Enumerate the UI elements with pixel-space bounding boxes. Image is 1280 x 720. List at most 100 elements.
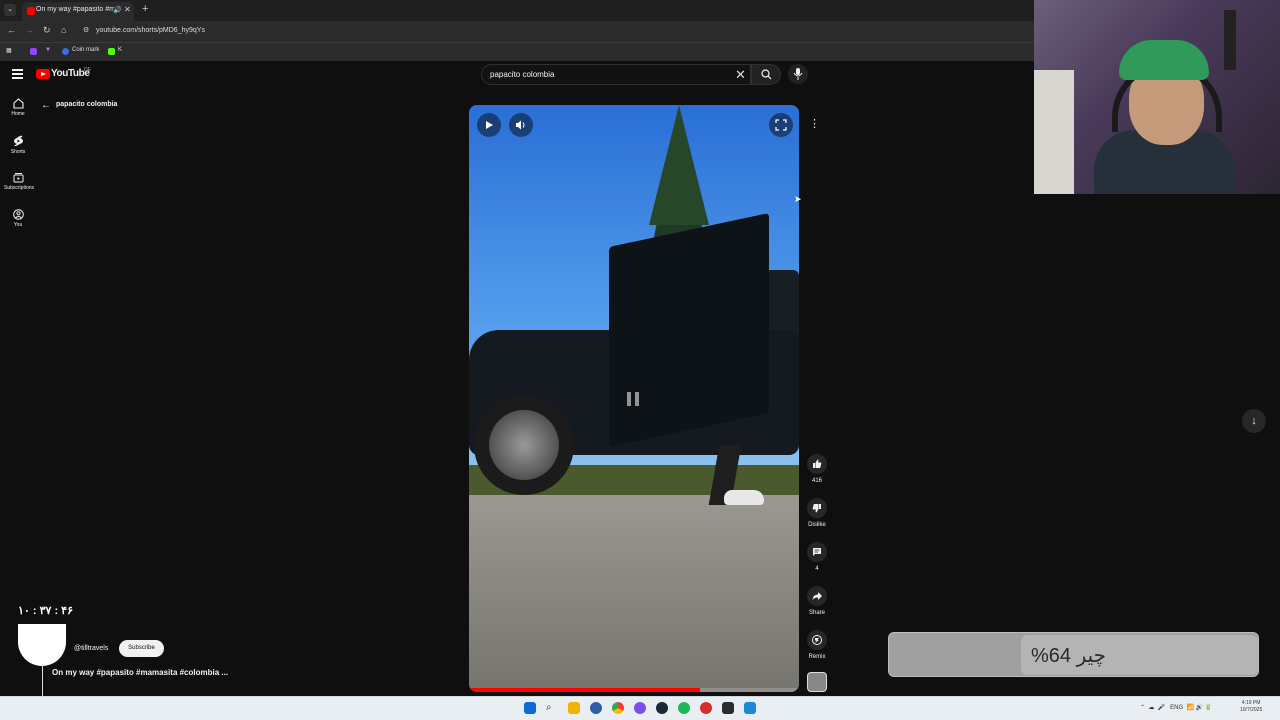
shorts-icon bbox=[13, 135, 23, 146]
remix-label: Remix bbox=[808, 654, 826, 660]
spotify-icon[interactable] bbox=[678, 702, 690, 714]
shorts-video-player[interactable] bbox=[469, 105, 799, 692]
calculator-icon[interactable] bbox=[744, 702, 756, 714]
persian-clock: ۱۰ : ۳۷ : ۴۶ bbox=[18, 605, 73, 617]
site-info-icon[interactable]: ⚙ bbox=[83, 26, 89, 34]
play-button[interactable] bbox=[477, 113, 501, 137]
address-bar[interactable]: youtube.com/shorts/pMD6_hy9qYs bbox=[96, 27, 205, 34]
fullscreen-button[interactable] bbox=[769, 113, 793, 137]
new-tab-button[interactable]: + bbox=[142, 3, 148, 15]
search-input[interactable]: papacito colombia ✕ bbox=[481, 64, 751, 85]
language-indicator[interactable]: ENG bbox=[1170, 705, 1183, 711]
thumbs-down-icon bbox=[812, 504, 821, 513]
arrow-down-icon: ↓ bbox=[1251, 415, 1257, 427]
terminal-icon[interactable] bbox=[722, 702, 734, 714]
search-taskbar-icon[interactable]: ⌕ bbox=[546, 702, 558, 714]
bookmark-k[interactable]: K bbox=[118, 47, 122, 53]
clock-time: 4:19 PM bbox=[1241, 700, 1261, 706]
rail-label-subscriptions: Subscriptions bbox=[4, 185, 35, 191]
clock-date: 10/7/2025 bbox=[1240, 707, 1263, 713]
clear-search-icon[interactable]: ✕ bbox=[735, 67, 746, 83]
remix-icon bbox=[812, 635, 822, 645]
chrome-icon[interactable] bbox=[612, 702, 624, 714]
region-code: DE bbox=[84, 67, 91, 73]
next-video-button[interactable]: ↓ bbox=[1242, 409, 1266, 433]
pause-icon[interactable] bbox=[627, 392, 641, 406]
app-icon[interactable] bbox=[590, 702, 602, 714]
video-progress-fill bbox=[469, 688, 700, 692]
comment-icon bbox=[813, 548, 821, 556]
comment-count: 4 bbox=[815, 566, 819, 572]
truck-door bbox=[609, 212, 769, 448]
search-icon bbox=[761, 69, 772, 80]
home-browser-icon[interactable]: ⌂ bbox=[61, 25, 66, 35]
you-icon bbox=[12, 209, 24, 220]
game-icon[interactable] bbox=[700, 702, 712, 714]
battery-percentage: چیر 64% bbox=[1031, 645, 1107, 667]
back-icon[interactable]: ← bbox=[7, 25, 16, 35]
system-tray[interactable]: ⌃ ☁ 🎤 ENG 📶 🔊 🔋 bbox=[1140, 704, 1212, 711]
voice-search-button[interactable] bbox=[788, 64, 808, 84]
video-title[interactable]: On my way #papasito #mamasita #colombia … bbox=[52, 668, 228, 677]
channel-handle[interactable]: @tilltravels bbox=[74, 645, 108, 652]
tab-audio-icon[interactable]: 🔊 bbox=[113, 6, 122, 14]
dislike-label: Dislike bbox=[808, 522, 826, 528]
webcam-guitar bbox=[1224, 10, 1236, 70]
rail-item-you[interactable]: You bbox=[4, 209, 32, 228]
back-arrow-icon[interactable]: ← bbox=[41, 100, 51, 111]
truck-rim bbox=[489, 410, 559, 480]
share-label: Share bbox=[808, 610, 825, 616]
rail-item-subscriptions[interactable]: Subscriptions bbox=[4, 172, 35, 191]
like-count: 416 bbox=[811, 478, 822, 484]
mouse-cursor-icon: ➤ bbox=[794, 194, 802, 204]
browser-tab[interactable]: On my way #papasito #mamasita #colombia … bbox=[22, 2, 134, 21]
rail-label-you: You bbox=[13, 222, 23, 228]
tab-list-button[interactable]: ⌄ bbox=[4, 4, 16, 16]
share-icon bbox=[812, 592, 822, 600]
file-explorer-icon[interactable] bbox=[568, 702, 580, 714]
hourglass-icon bbox=[18, 624, 66, 666]
comments-button[interactable]: 4 bbox=[806, 542, 828, 572]
hourglass-divider bbox=[42, 664, 43, 696]
taskbar-clock[interactable]: 4:19 PM 10/7/2025 bbox=[1240, 700, 1262, 714]
webcam-cap bbox=[1119, 40, 1209, 80]
bookmark-filter-icon[interactable]: ▼ bbox=[45, 47, 51, 53]
steam-icon[interactable] bbox=[656, 702, 668, 714]
youtube-logo-icon[interactable] bbox=[36, 69, 50, 79]
play-icon bbox=[486, 121, 493, 129]
volume-button[interactable] bbox=[509, 113, 533, 137]
fullscreen-icon bbox=[775, 119, 787, 131]
rail-item-shorts[interactable]: Shorts bbox=[4, 135, 32, 155]
menu-icon[interactable] bbox=[12, 69, 23, 79]
twitch-bookmark-icon[interactable] bbox=[30, 48, 37, 55]
reload-icon[interactable]: ↻ bbox=[43, 25, 51, 36]
search-query: papacito colombia bbox=[490, 70, 555, 79]
bookmark-coin-mark[interactable]: Coin mark bbox=[72, 47, 99, 53]
rail-label-shorts: Shorts bbox=[10, 149, 26, 155]
like-button[interactable]: 416 bbox=[806, 454, 828, 484]
dislike-button[interactable]: Dislike bbox=[806, 498, 828, 528]
battery-widget: چیر 64% bbox=[888, 632, 1259, 677]
video-frame-pavement bbox=[469, 495, 799, 692]
forward-icon[interactable]: → bbox=[25, 25, 34, 35]
rail-item-home[interactable]: Home bbox=[4, 98, 32, 117]
taskbar: ⌕ ⌃ ☁ 🎤 ENG 📶 🔊 🔋 4:19 PM 10/7/2025 bbox=[0, 696, 1280, 720]
remix-button[interactable]: Remix bbox=[806, 630, 828, 660]
tab-close-icon[interactable]: ✕ bbox=[124, 5, 131, 14]
volume-icon bbox=[516, 120, 525, 130]
thumbs-up-icon bbox=[813, 459, 822, 468]
youtube-favicon-icon bbox=[27, 7, 35, 15]
video-progress-bar[interactable] bbox=[469, 688, 799, 692]
search-button[interactable] bbox=[751, 64, 781, 85]
more-options-icon[interactable]: ⋮ bbox=[809, 117, 820, 130]
messenger-icon[interactable] bbox=[634, 702, 646, 714]
apps-grid-icon[interactable]: ▦ bbox=[6, 47, 12, 54]
tab-title: On my way #papasito #mamasita #colombia bbox=[36, 6, 114, 13]
start-icon[interactable] bbox=[524, 702, 536, 714]
rail-label-home: Home bbox=[11, 111, 25, 117]
share-button[interactable]: Share bbox=[806, 586, 828, 616]
sound-thumbnail[interactable] bbox=[807, 672, 827, 692]
webcam-shelf bbox=[1034, 70, 1074, 194]
video-frame-shoe bbox=[724, 490, 764, 505]
subscribe-button[interactable]: Subscribe bbox=[119, 640, 164, 657]
